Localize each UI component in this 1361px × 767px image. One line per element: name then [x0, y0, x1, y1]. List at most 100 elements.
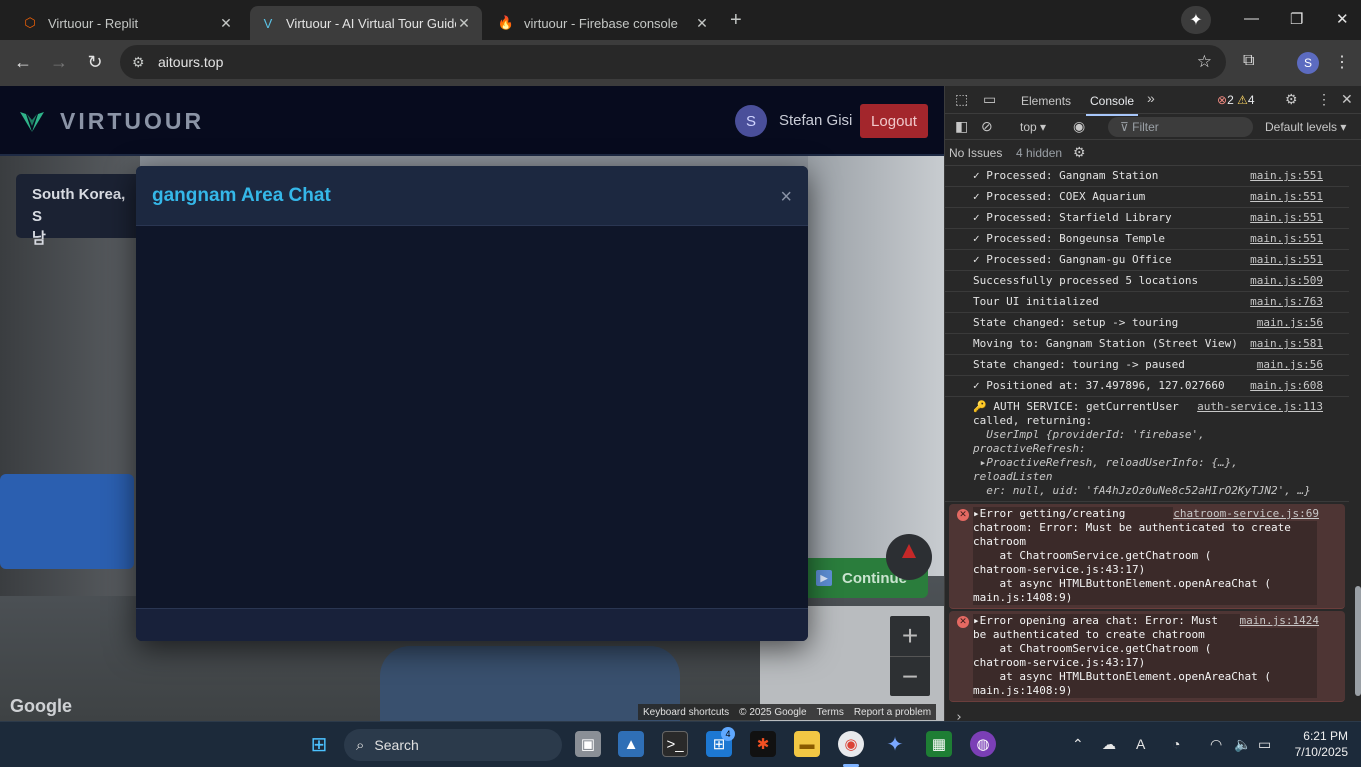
windows-start-icon[interactable]: ⊞: [306, 731, 332, 757]
tab-firebase[interactable]: 🔥 virtuour - Firebase console ✕: [488, 6, 720, 40]
google-logo: Google: [10, 696, 72, 716]
report-problem-link[interactable]: Report a problem: [849, 707, 936, 718]
source-link[interactable]: main.js:551: [1250, 253, 1323, 267]
chevron-up-icon[interactable]: ⌃: [1072, 736, 1084, 753]
source-link[interactable]: main.js:608: [1250, 379, 1323, 393]
menu-dots-icon[interactable]: ⋮: [1334, 52, 1350, 72]
reload-icon[interactable]: ↻: [84, 52, 106, 73]
settings-gear-icon[interactable]: ⚙: [1285, 91, 1298, 108]
github-icon[interactable]: ◍: [970, 731, 996, 757]
close-icon[interactable]: ✕: [456, 15, 472, 32]
devtools-tabbar: ⬚ ▭ Elements Console » ⊗2 ⚠4 ⚙ ⋮ ✕: [945, 86, 1361, 116]
close-icon[interactable]: ×: [780, 186, 792, 209]
cast-icon[interactable]: ⧉: [1243, 52, 1254, 70]
console-scrollbar[interactable]: [1354, 166, 1361, 721]
tab-virtuour[interactable]: V Virtuour - AI Virtual Tour Guide ✕: [250, 6, 482, 40]
logout-button[interactable]: Logout: [860, 104, 928, 138]
tab-console[interactable]: Console: [1085, 94, 1139, 116]
copyright-text: © 2025 Google: [739, 706, 807, 718]
source-link[interactable]: main.js:56: [1256, 358, 1323, 372]
inspect-icon[interactable]: ⬚: [955, 91, 968, 108]
terms-link[interactable]: Terms: [812, 707, 849, 718]
font-icon[interactable]: A: [1136, 736, 1145, 752]
zoom-in-button[interactable]: +: [890, 616, 930, 656]
source-link[interactable]: main.js:763: [1250, 295, 1323, 309]
console-error: ✕ ▸Error opening area chat: Error: Must …: [949, 611, 1345, 702]
taskbar-search[interactable]: ⌕ Search: [344, 729, 562, 761]
map-attribution: Keyboard shortcuts © 2025 Google Terms R…: [638, 704, 937, 720]
user-name: Stefan Gisi: [779, 112, 853, 129]
gemini-app-icon[interactable]: ✦: [882, 731, 908, 757]
eye-icon[interactable]: ◉: [1073, 118, 1085, 135]
issue-counts[interactable]: ⊗2 ⚠4: [1217, 93, 1255, 107]
search-icon: ⌕: [356, 736, 365, 754]
file-explorer-icon[interactable]: ▬: [794, 731, 820, 757]
back-icon[interactable]: ←: [12, 52, 34, 73]
avatar[interactable]: S: [735, 105, 767, 137]
cloud-icon[interactable]: ☁: [1102, 736, 1116, 753]
object-preview[interactable]: UserImpl {providerId: 'firebase', proact…: [973, 428, 1321, 498]
devtools-close-icon[interactable]: ✕: [1341, 91, 1353, 108]
battery-icon[interactable]: ▭: [1258, 736, 1271, 753]
device-toolbar-icon[interactable]: ▭: [983, 91, 996, 108]
console-message: ✓ Processed: Gangnam Station main.js:551: [945, 166, 1349, 187]
close-icon[interactable]: ✕: [694, 15, 710, 32]
tab-replit[interactable]: ⬡ Virtuour - Replit ✕: [12, 6, 244, 40]
more-tabs-icon[interactable]: »: [1147, 90, 1155, 106]
source-link[interactable]: main.js:509: [1250, 274, 1323, 288]
context-select[interactable]: top ▾: [1020, 120, 1046, 134]
devtools-panel: ⬚ ▭ Elements Console » ⊗2 ⚠4 ⚙ ⋮ ✕ ◧ ⊘ t…: [944, 86, 1361, 721]
source-link[interactable]: main.js:551: [1250, 190, 1323, 204]
modal-footer: [136, 608, 808, 641]
tab-title: Virtuour - Replit: [48, 15, 139, 31]
street-bus: [0, 474, 134, 569]
filter-input[interactable]: ⊽ Filter: [1108, 117, 1253, 137]
spreadsheet-icon[interactable]: ▦: [926, 731, 952, 757]
console-message: Successfully processed 5 locations main.j…: [945, 271, 1349, 292]
profile-avatar[interactable]: S: [1297, 52, 1319, 74]
gemini-icon[interactable]: ✦: [1181, 6, 1211, 34]
object-line: UserImpl {providerId: 'firebase', proact…: [973, 428, 1212, 455]
console-settings-icon[interactable]: ⚙: [1073, 144, 1086, 161]
volume-icon[interactable]: 🔈: [1234, 736, 1251, 753]
source-link[interactable]: main.js:551: [1250, 169, 1323, 183]
address-bar[interactable]: ⚙ aitours.top ☆: [120, 45, 1226, 79]
status-icon[interactable]: ◔: [1172, 736, 1180, 752]
source-link[interactable]: main.js:551: [1250, 232, 1323, 246]
chrome-icon[interactable]: ◉: [838, 731, 864, 757]
restore-icon[interactable]: ❐: [1290, 10, 1303, 28]
task-view-icon[interactable]: ▣: [575, 731, 601, 757]
forward-icon[interactable]: →: [48, 52, 70, 73]
source-link[interactable]: main.js:1424: [1239, 614, 1319, 628]
issues-text[interactable]: No Issues: [949, 146, 1002, 160]
wifi-icon[interactable]: ◠: [1210, 736, 1222, 753]
log-levels-select[interactable]: Default levels ▾: [1265, 120, 1346, 134]
error-text[interactable]: ▸Error getting/creating chatroom: Error:…: [973, 507, 1317, 605]
source-link[interactable]: chatroom-service.js:69: [1173, 507, 1319, 521]
source-link[interactable]: main.js:551: [1250, 211, 1323, 225]
scrollbar-thumb[interactable]: [1355, 586, 1361, 696]
zoom-out-button[interactable]: −: [890, 657, 930, 697]
source-link[interactable]: main.js:581: [1250, 337, 1323, 351]
clear-console-icon[interactable]: ⊘: [981, 118, 993, 135]
source-link[interactable]: auth-service.js:113: [1197, 400, 1323, 414]
site-info-icon[interactable]: ⚙: [132, 54, 154, 71]
taskbar-clock[interactable]: 6:21 PM 7/10/2025: [1288, 728, 1348, 760]
new-tab-icon[interactable]: +: [730, 9, 742, 32]
compass-icon[interactable]: [886, 534, 932, 580]
window-close-icon[interactable]: ✕: [1336, 10, 1349, 28]
source-link[interactable]: main.js:56: [1256, 316, 1323, 330]
office-icon[interactable]: ✱: [750, 731, 776, 757]
console-prompt[interactable]: ›: [945, 704, 1349, 721]
close-icon[interactable]: ✕: [218, 15, 234, 32]
keyboard-shortcuts-link[interactable]: Keyboard shortcuts: [638, 707, 734, 718]
terminal-icon[interactable]: >_: [662, 731, 688, 757]
console-toolbar: ◧ ⊘ top ▾ ◉ ⊽ Filter Default levels ▾: [945, 114, 1361, 140]
sidebar-icon[interactable]: ◧: [955, 118, 968, 135]
minimize-icon[interactable]: —: [1244, 10, 1259, 27]
devtools-menu-icon[interactable]: ⋮: [1317, 91, 1331, 108]
tab-elements[interactable]: Elements: [1021, 94, 1071, 108]
photos-icon[interactable]: ▲: [618, 731, 644, 757]
bookmark-star-icon[interactable]: ☆: [1197, 52, 1212, 72]
store-badge: 4: [721, 727, 735, 741]
